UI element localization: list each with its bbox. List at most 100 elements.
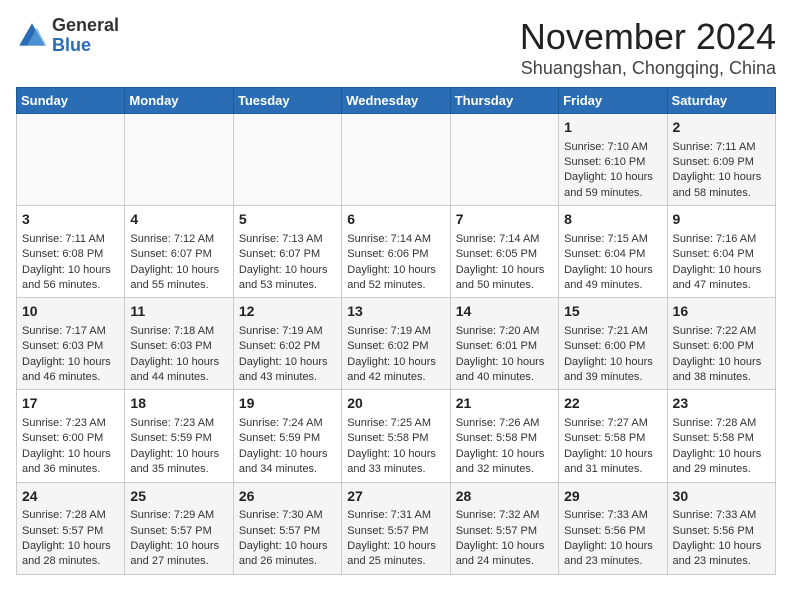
- calendar-cell: 13Sunrise: 7:19 AM Sunset: 6:02 PM Dayli…: [342, 298, 450, 390]
- day-info: Sunrise: 7:16 AM Sunset: 6:04 PM Dayligh…: [673, 233, 762, 291]
- calendar-header: SundayMondayTuesdayWednesdayThursdayFrid…: [17, 88, 776, 114]
- day-number: 25: [130, 487, 227, 507]
- day-number: 16: [673, 302, 770, 322]
- day-info: Sunrise: 7:28 AM Sunset: 5:57 PM Dayligh…: [22, 509, 111, 567]
- day-info: Sunrise: 7:30 AM Sunset: 5:57 PM Dayligh…: [239, 509, 328, 567]
- calendar-cell: [233, 114, 341, 206]
- calendar-cell: 10Sunrise: 7:17 AM Sunset: 6:03 PM Dayli…: [17, 298, 125, 390]
- title-section: November 2024 Shuangshan, Chongqing, Chi…: [520, 16, 776, 79]
- day-number: 20: [347, 394, 444, 414]
- calendar-week-row: 1Sunrise: 7:10 AM Sunset: 6:10 PM Daylig…: [17, 114, 776, 206]
- weekday-header: Thursday: [450, 88, 558, 114]
- day-info: Sunrise: 7:18 AM Sunset: 6:03 PM Dayligh…: [130, 325, 219, 383]
- calendar-table: SundayMondayTuesdayWednesdayThursdayFrid…: [16, 87, 776, 575]
- calendar-cell: 18 Sunrise: 7:23 AM Sunset: 5:59 PM Dayli…: [125, 390, 233, 482]
- day-number: 27: [347, 487, 444, 507]
- calendar-cell: 8 Sunrise: 7:15 AM Sunset: 6:04 PM Daylig…: [559, 206, 667, 298]
- day-number: 19: [239, 394, 336, 414]
- day-info: Sunrise: 7:13 AM Sunset: 6:07 PM Dayligh…: [239, 233, 328, 291]
- day-number: 15: [564, 302, 661, 322]
- calendar-cell: 12Sunrise: 7:19 AM Sunset: 6:02 PM Dayli…: [233, 298, 341, 390]
- day-info: Sunrise: 7:21 AM Sunset: 6:00 PM Dayligh…: [564, 325, 653, 383]
- day-number: 3: [22, 210, 119, 230]
- weekday-header: Wednesday: [342, 88, 450, 114]
- logo-icon: [16, 20, 48, 52]
- calendar-cell: 28Sunrise: 7:32 AM Sunset: 5:57 PM Dayli…: [450, 482, 558, 574]
- day-info: Sunrise: 7:33 AM Sunset: 5:56 PM Dayligh…: [564, 509, 653, 567]
- day-number: 13: [347, 302, 444, 322]
- calendar-cell: [125, 114, 233, 206]
- day-number: 23: [673, 394, 770, 414]
- weekday-header: Tuesday: [233, 88, 341, 114]
- day-number: 10: [22, 302, 119, 322]
- weekday-header: Friday: [559, 88, 667, 114]
- calendar-cell: 16 Sunrise: 7:22 AM Sunset: 6:00 PM Dayli…: [667, 298, 775, 390]
- day-number: 1: [564, 118, 661, 138]
- day-info: Sunrise: 7:31 AM Sunset: 5:57 PM Dayligh…: [347, 509, 436, 567]
- weekday-header: Sunday: [17, 88, 125, 114]
- day-info: Sunrise: 7:11 AM Sunset: 6:09 PM Dayligh…: [673, 141, 762, 199]
- calendar-cell: 14 Sunrise: 7:20 AM Sunset: 6:01 PM Dayli…: [450, 298, 558, 390]
- day-info: Sunrise: 7:12 AM Sunset: 6:07 PM Dayligh…: [130, 233, 219, 291]
- calendar-body: 1Sunrise: 7:10 AM Sunset: 6:10 PM Daylig…: [17, 114, 776, 575]
- day-info: Sunrise: 7:27 AM Sunset: 5:58 PM Dayligh…: [564, 417, 653, 475]
- calendar-cell: 21 Sunrise: 7:26 AM Sunset: 5:58 PM Dayli…: [450, 390, 558, 482]
- calendar-cell: 7 Sunrise: 7:14 AM Sunset: 6:05 PM Daylig…: [450, 206, 558, 298]
- day-number: 22: [564, 394, 661, 414]
- day-number: 24: [22, 487, 119, 507]
- calendar-cell: 3 Sunrise: 7:11 AM Sunset: 6:08 PM Daylig…: [17, 206, 125, 298]
- calendar-cell: 5 Sunrise: 7:13 AM Sunset: 6:07 PM Daylig…: [233, 206, 341, 298]
- calendar-cell: 25Sunrise: 7:29 AM Sunset: 5:57 PM Dayli…: [125, 482, 233, 574]
- day-info: Sunrise: 7:32 AM Sunset: 5:57 PM Dayligh…: [456, 509, 545, 567]
- weekday-header: Monday: [125, 88, 233, 114]
- calendar-cell: 26Sunrise: 7:30 AM Sunset: 5:57 PM Dayli…: [233, 482, 341, 574]
- day-info: Sunrise: 7:22 AM Sunset: 6:00 PM Dayligh…: [673, 325, 762, 383]
- location-title: Shuangshan, Chongqing, China: [520, 58, 776, 79]
- logo-text: General Blue: [52, 16, 119, 56]
- calendar-cell: 11 Sunrise: 7:18 AM Sunset: 6:03 PM Dayli…: [125, 298, 233, 390]
- calendar-cell: 22 Sunrise: 7:27 AM Sunset: 5:58 PM Dayli…: [559, 390, 667, 482]
- calendar-cell: [17, 114, 125, 206]
- day-info: Sunrise: 7:11 AM Sunset: 6:08 PM Dayligh…: [22, 233, 111, 291]
- calendar-cell: 19 Sunrise: 7:24 AM Sunset: 5:59 PM Dayli…: [233, 390, 341, 482]
- day-number: 5: [239, 210, 336, 230]
- day-info: Sunrise: 7:14 AM Sunset: 6:06 PM Dayligh…: [347, 233, 436, 291]
- calendar-week-row: 17Sunrise: 7:23 AM Sunset: 6:00 PM Dayli…: [17, 390, 776, 482]
- logo-blue: Blue: [52, 36, 119, 56]
- day-number: 4: [130, 210, 227, 230]
- calendar-cell: [342, 114, 450, 206]
- day-info: Sunrise: 7:15 AM Sunset: 6:04 PM Dayligh…: [564, 233, 653, 291]
- weekday-row: SundayMondayTuesdayWednesdayThursdayFrid…: [17, 88, 776, 114]
- day-info: Sunrise: 7:24 AM Sunset: 5:59 PM Dayligh…: [239, 417, 328, 475]
- day-number: 18: [130, 394, 227, 414]
- day-number: 28: [456, 487, 553, 507]
- calendar-cell: [450, 114, 558, 206]
- day-number: 11: [130, 302, 227, 322]
- day-number: 2: [673, 118, 770, 138]
- calendar-cell: 27Sunrise: 7:31 AM Sunset: 5:57 PM Dayli…: [342, 482, 450, 574]
- day-number: 7: [456, 210, 553, 230]
- day-number: 21: [456, 394, 553, 414]
- day-number: 6: [347, 210, 444, 230]
- day-info: Sunrise: 7:29 AM Sunset: 5:57 PM Dayligh…: [130, 509, 219, 567]
- day-number: 8: [564, 210, 661, 230]
- day-info: Sunrise: 7:33 AM Sunset: 5:56 PM Dayligh…: [673, 509, 762, 567]
- day-number: 9: [673, 210, 770, 230]
- header: General Blue November 2024 Shuangshan, C…: [16, 16, 776, 79]
- calendar-cell: 4 Sunrise: 7:12 AM Sunset: 6:07 PM Daylig…: [125, 206, 233, 298]
- calendar-cell: 30Sunrise: 7:33 AM Sunset: 5:56 PM Dayli…: [667, 482, 775, 574]
- calendar-week-row: 10Sunrise: 7:17 AM Sunset: 6:03 PM Dayli…: [17, 298, 776, 390]
- day-info: Sunrise: 7:26 AM Sunset: 5:58 PM Dayligh…: [456, 417, 545, 475]
- day-number: 14: [456, 302, 553, 322]
- day-info: Sunrise: 7:28 AM Sunset: 5:58 PM Dayligh…: [673, 417, 762, 475]
- calendar-week-row: 3 Sunrise: 7:11 AM Sunset: 6:08 PM Daylig…: [17, 206, 776, 298]
- calendar-cell: 6 Sunrise: 7:14 AM Sunset: 6:06 PM Daylig…: [342, 206, 450, 298]
- day-info: Sunrise: 7:23 AM Sunset: 6:00 PM Dayligh…: [22, 417, 111, 475]
- logo: General Blue: [16, 16, 119, 56]
- day-number: 26: [239, 487, 336, 507]
- day-info: Sunrise: 7:14 AM Sunset: 6:05 PM Dayligh…: [456, 233, 545, 291]
- weekday-header: Saturday: [667, 88, 775, 114]
- day-number: 12: [239, 302, 336, 322]
- day-info: Sunrise: 7:23 AM Sunset: 5:59 PM Dayligh…: [130, 417, 219, 475]
- day-info: Sunrise: 7:20 AM Sunset: 6:01 PM Dayligh…: [456, 325, 545, 383]
